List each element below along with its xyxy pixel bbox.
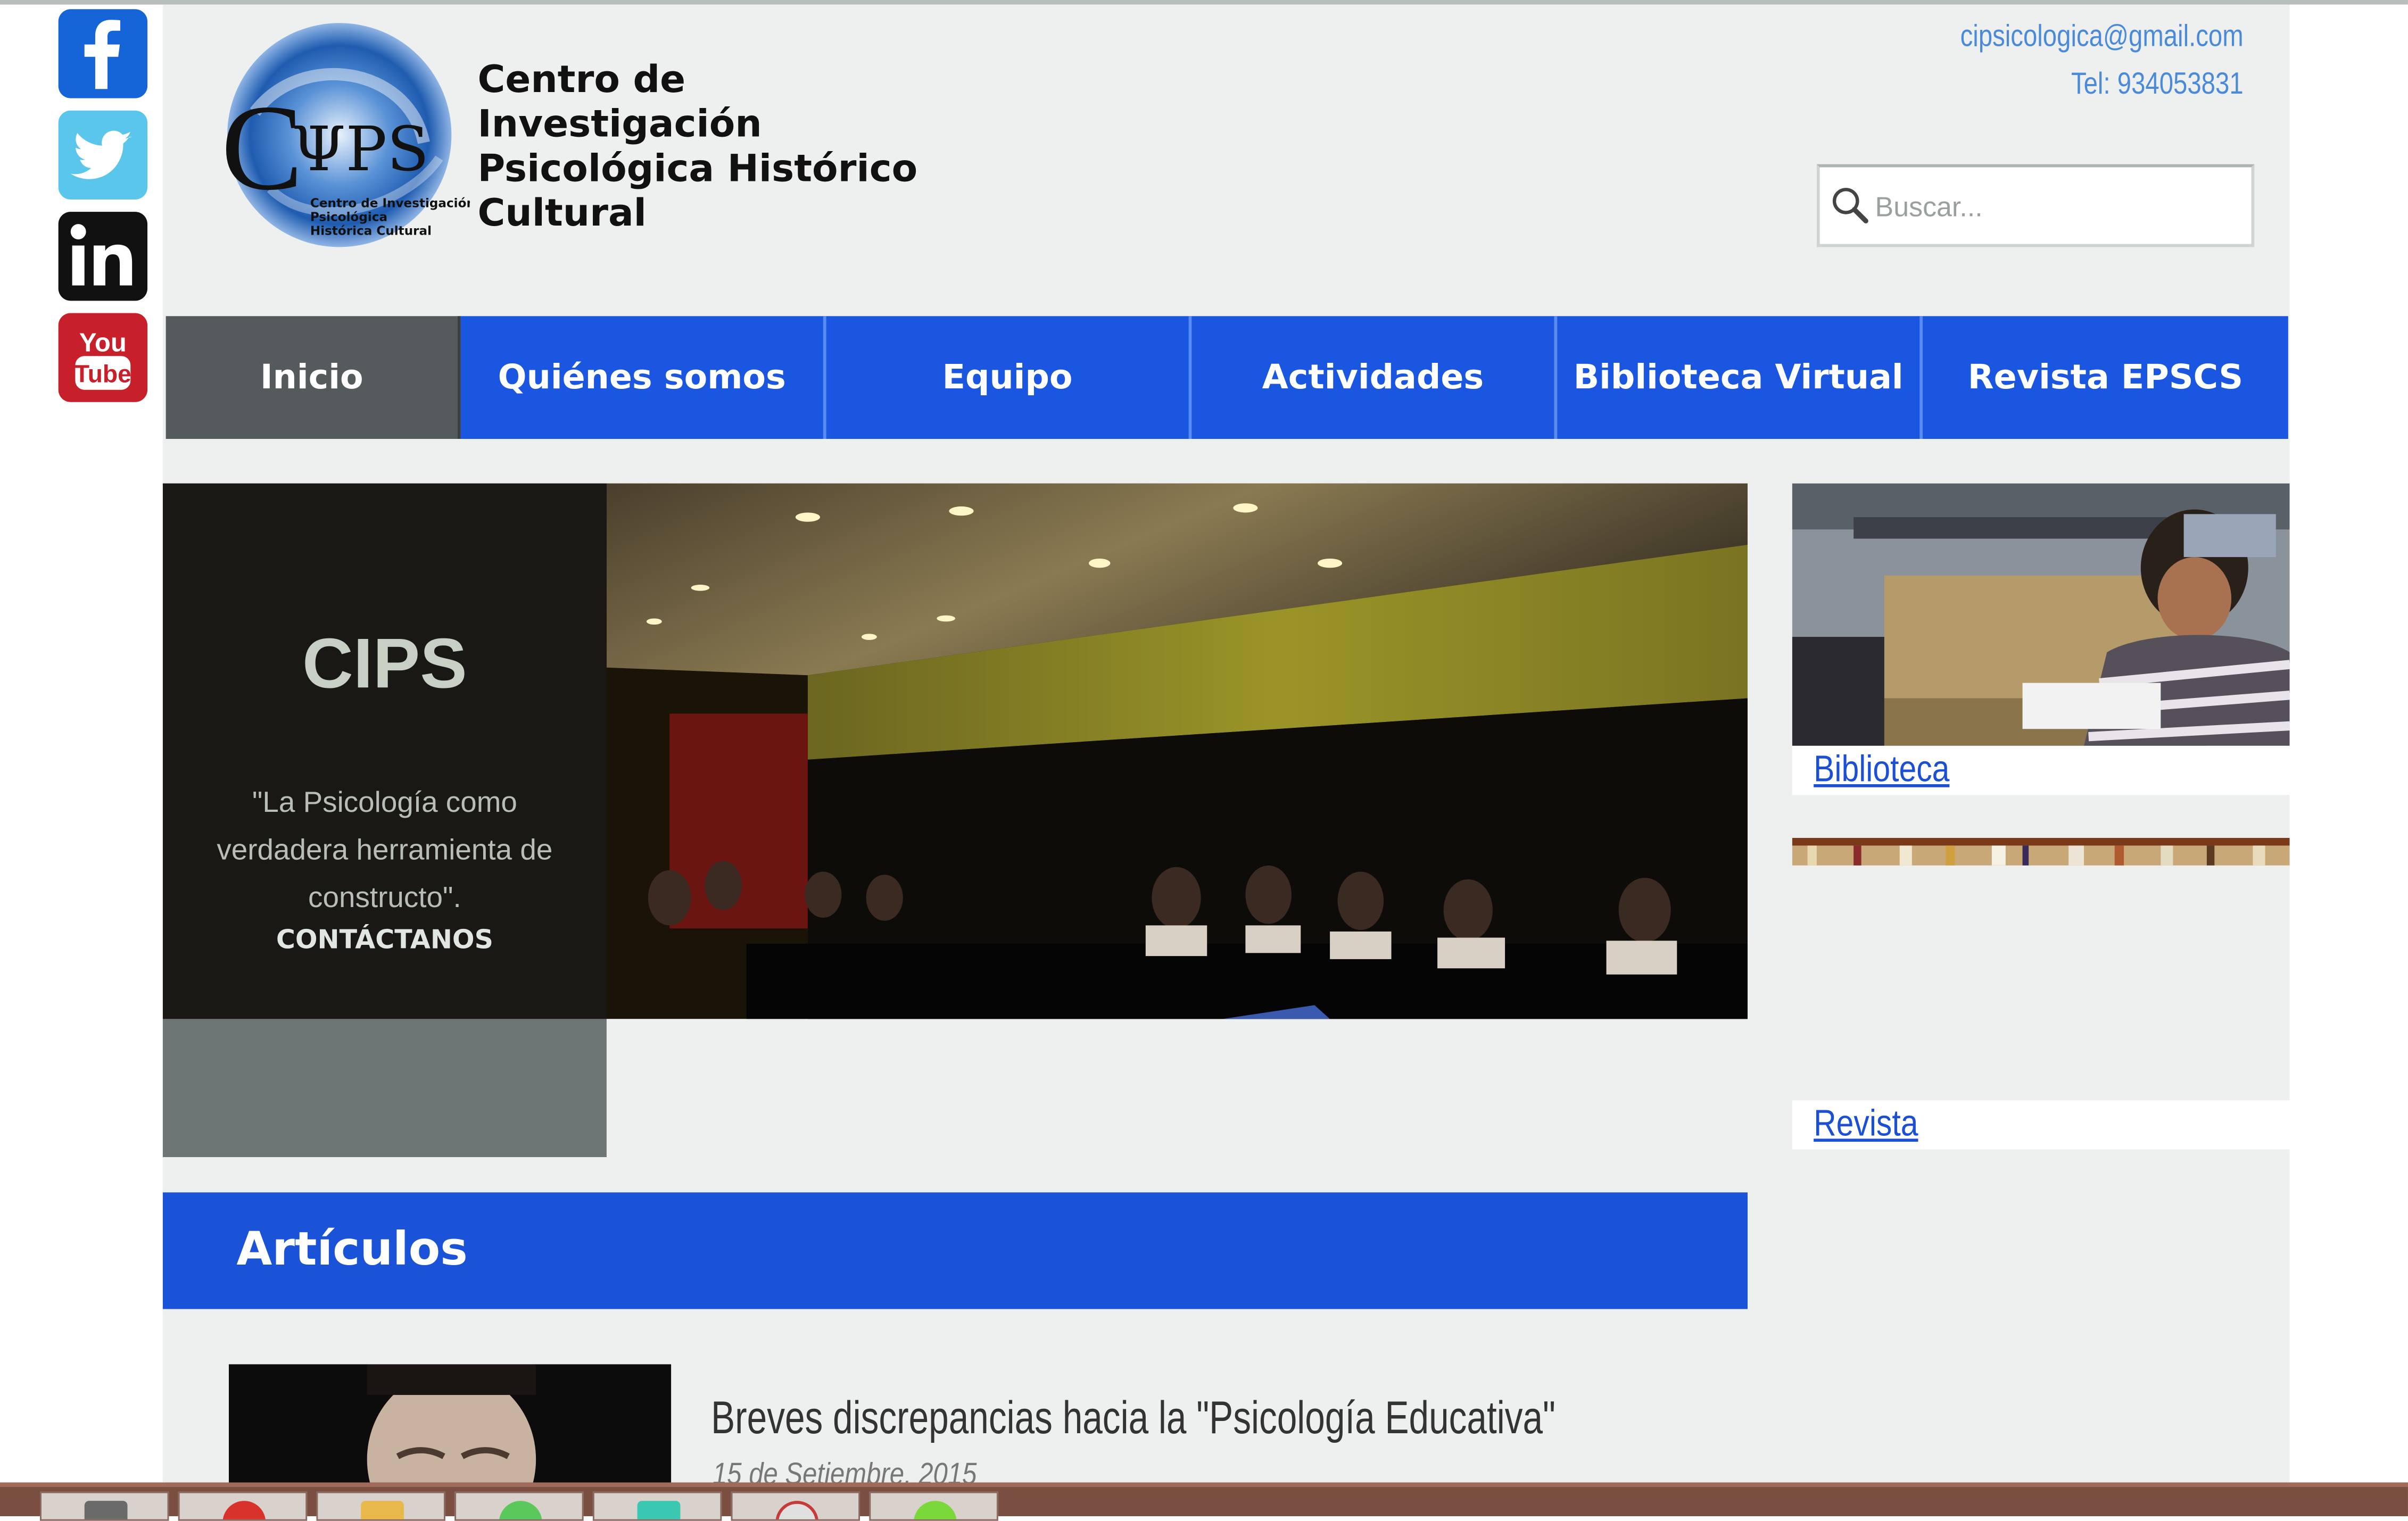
- search-input[interactable]: [1872, 179, 2232, 235]
- window-top-border: [0, 0, 2408, 5]
- taskbar-app-button[interactable]: [869, 1491, 998, 1521]
- org-name-line: Centro de: [477, 56, 686, 102]
- right-margin: [2289, 4, 2408, 1486]
- biblioteca-link[interactable]: Biblioteca: [1814, 749, 1949, 792]
- revista-image[interactable]: [1792, 837, 2290, 866]
- articles-heading: Artículos: [236, 1223, 468, 1277]
- search-icon[interactable]: [1829, 184, 1872, 227]
- contact-email[interactable]: cipsicologica@gmail.com: [1960, 14, 2244, 61]
- article-thumbnail[interactable]: [228, 1364, 672, 1486]
- revista-link[interactable]: Revista: [1814, 1103, 1918, 1146]
- main-navigation: Inicio Quiénes somos Equipo Actividades …: [166, 316, 2288, 439]
- taskbar-app-button[interactable]: [592, 1491, 722, 1521]
- org-name-line: Investigación: [477, 101, 762, 146]
- taskbar-app-button[interactable]: [316, 1491, 445, 1521]
- hero-quote: "La Psicología como verdadera herramient…: [217, 787, 553, 915]
- nav-item-actividades[interactable]: Actividades: [1191, 316, 1558, 439]
- svg-text:Psicológica: Psicológica: [310, 210, 387, 224]
- org-name-line: Cultural: [477, 190, 647, 235]
- page-container: C ΨPS Centro de Investigación Psicológic…: [162, 4, 2290, 1492]
- svg-text:Tube: Tube: [75, 360, 131, 387]
- svg-text:ΨPS: ΨPS: [292, 114, 429, 185]
- biblioteca-image[interactable]: [1792, 483, 2290, 746]
- hero-panel-footer: [162, 1019, 607, 1157]
- svg-text:Centro de Investigación: Centro de Investigación: [310, 196, 470, 210]
- org-name-line: Psicológica Histórico: [477, 146, 918, 190]
- contact-button[interactable]: CONTÁCTANOS: [163, 925, 607, 956]
- taskbar-app-button[interactable]: [178, 1491, 308, 1521]
- search-box: [1816, 164, 2255, 247]
- nav-item-revista-epscs[interactable]: Revista EPSCS: [1923, 316, 2288, 439]
- linkedin-icon[interactable]: [58, 212, 148, 301]
- nav-item-inicio[interactable]: Inicio: [166, 316, 461, 439]
- article-title[interactable]: Breves discrepancias hacia la "Psicologí…: [711, 1393, 1555, 1445]
- biblioteca-label-box: Biblioteca: [1792, 745, 2290, 795]
- contact-info: cipsicologica@gmail.com Tel: 934053831: [1960, 14, 2244, 109]
- nav-item-equipo[interactable]: Equipo: [826, 316, 1192, 439]
- nav-item-biblioteca-virtual[interactable]: Biblioteca Virtual: [1557, 316, 1923, 439]
- svg-text:Histórica Cultural: Histórica Cultural: [310, 224, 432, 238]
- youtube-icon[interactable]: You Tube: [58, 313, 148, 402]
- os-taskbar: [0, 1482, 2408, 1521]
- organization-name: Centro de Investigación Psicológica Hist…: [477, 57, 938, 235]
- taskbar-app-button[interactable]: [40, 1491, 169, 1521]
- articles-section-header: Artículos: [162, 1192, 1748, 1309]
- twitter-icon[interactable]: [58, 110, 148, 200]
- taskbar-app-button[interactable]: [454, 1491, 584, 1521]
- svg-text:You: You: [79, 329, 127, 358]
- hero-title: CIPS: [302, 623, 467, 703]
- revista-label-box: Revista: [1792, 1100, 2290, 1150]
- nav-item-quienes-somos[interactable]: Quiénes somos: [460, 316, 826, 439]
- facebook-icon[interactable]: [58, 9, 148, 98]
- site-logo[interactable]: C ΨPS Centro de Investigación Psicológic…: [194, 20, 475, 250]
- contact-phone: Tel: 934053831: [2071, 67, 2244, 102]
- taskbar-app-button[interactable]: [731, 1491, 860, 1521]
- svg-text:C: C: [221, 79, 303, 215]
- browser-viewport: You Tube C ΨPS Centro de Investigación P…: [0, 0, 2408, 1521]
